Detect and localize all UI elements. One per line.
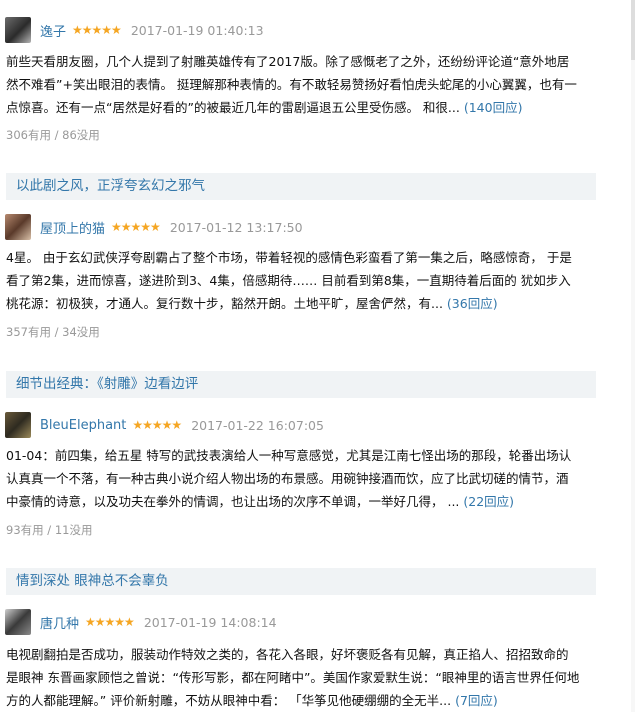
avatar[interactable] — [5, 214, 31, 240]
rating-stars: ★★★★★ — [85, 615, 135, 629]
review-text: 电视剧翻拍是否成功，服装动作特效之类的，各花入各眼，好坏褒贬各有见解，真正掐人、… — [6, 643, 606, 712]
review-line: 4星。 由于玄幻武侠浮夸剧霸占了整个市场，带着轻视的感情色彩蛮看了第一集之后，略… — [6, 250, 572, 265]
review-line-text: 桃花源：初极狭，才通人。复行数十步，豁然开朗。土地平旷，屋舍俨然，有... — [6, 296, 443, 311]
review-line: 是眼神 东晋画家顾恺之曾说：“传形写影，都在阿睹中”。美国作家爱默生说：“眼神里… — [6, 670, 580, 685]
review-line: 01-04：前四集，给五星 特写的武技表演给人一种写意感觉，尤其是江南七怪出场的… — [6, 448, 572, 463]
vote-counts[interactable]: 357有用 / 34没用 — [6, 324, 100, 340]
review-date: 2017-01-19 01:40:13 — [130, 22, 264, 38]
review-line: 电视剧翻拍是否成功，服装动作特效之类的，各花入各眼，好坏褒贬各有见解，真正掐人、… — [6, 647, 569, 662]
author-link[interactable]: 逸子 — [40, 21, 66, 40]
review-header: 逸子 ★★★★★ 2017-01-19 01:40:13 — [5, 15, 264, 45]
review-date: 2017-01-19 14:08:14 — [143, 614, 277, 630]
author-link[interactable]: 屋顶上的猫 — [40, 218, 105, 237]
review-line: 然不难看”+笑出眼泪的表情。 挺理解那种表情的。有不敢轻易赞扬好看怕虎头蛇尾的小… — [6, 77, 577, 92]
replies-link[interactable]: (7回应) — [455, 693, 498, 708]
review-line: 桃花源：初极狭，才通人。复行数十步，豁然开朗。土地平旷，屋舍俨然，有... (3… — [6, 292, 606, 315]
replies-link[interactable]: (140回应) — [464, 100, 523, 115]
section-title-link[interactable]: 以此剧之风，正浮夸玄幻之邪气 — [6, 173, 596, 200]
replies-link[interactable]: (22回应) — [463, 494, 514, 509]
section-title-link[interactable]: 细节出经典：《射雕》边看边评 — [6, 371, 596, 398]
avatar[interactable] — [5, 17, 31, 43]
review-line: 点惊喜。还有一点“居然是好看的”的被最近几年的雷剧逼退五公里受伤感。 和很...… — [6, 96, 606, 119]
review-header: 唐几种 ★★★★★ 2017-01-19 14:08:14 — [5, 607, 277, 637]
replies-link[interactable]: (36回应) — [447, 296, 498, 311]
review-text: 01-04：前四集，给五星 特写的武技表演给人一种写意感觉，尤其是江南七怪出场的… — [6, 444, 606, 513]
review-date: 2017-01-12 13:17:50 — [169, 219, 303, 235]
review-line-text: 点惊喜。还有一点“居然是好看的”的被最近几年的雷剧逼退五公里受伤感。 和很... — [6, 100, 460, 115]
review-line: 看了第2集，进而惊喜，遂进阶到3、4集，倍感期待…… 目前看到第8集，一直期待着… — [6, 273, 571, 288]
review-line-text: 中豪情的诗意，以及功夫在拳外的情调，也让出场的次序不单调，一举好几得， ... — [6, 494, 460, 509]
vote-counts[interactable]: 306有用 / 86没用 — [6, 127, 100, 143]
section-title-link[interactable]: 情到深处 眼神总不会辜负 — [6, 568, 596, 595]
rating-stars: ★★★★★ — [111, 220, 161, 234]
review-line-text: 方的人都能理解。” 评价新射雕，不妨从眼神中看： 「华筝见他硬绷绷的全无半... — [6, 693, 452, 708]
review-header: 屋顶上的猫 ★★★★★ 2017-01-12 13:17:50 — [5, 212, 303, 242]
rating-stars: ★★★★★ — [132, 418, 182, 432]
review-line: 方的人都能理解。” 评价新射雕，不妨从眼神中看： 「华筝见他硬绷绷的全无半...… — [6, 689, 606, 712]
review-line: 前些天看朋友圈，几个人提到了射雕英雄传有了2017版。除了感慨老了之外，还纷纷评… — [6, 54, 570, 69]
author-link[interactable]: 唐几种 — [40, 613, 79, 632]
avatar[interactable] — [5, 412, 31, 438]
avatar[interactable] — [5, 609, 31, 635]
scrollbar[interactable] — [631, 0, 635, 712]
rating-stars: ★★★★★ — [72, 23, 122, 37]
author-link[interactable]: BleuElephant — [40, 418, 126, 433]
vote-counts[interactable]: 93有用 / 11没用 — [6, 522, 92, 538]
review-header: BleuElephant ★★★★★ 2017-01-22 16:07:05 — [5, 410, 324, 440]
review-line: 认真真一个不落，有一种古典小说介绍人物出场的布景感。用碗钟接酒而饮，应了比武切磋… — [6, 471, 569, 486]
scrollbar-thumb[interactable] — [631, 0, 635, 60]
review-date: 2017-01-22 16:07:05 — [191, 417, 324, 433]
review-text: 前些天看朋友圈，几个人提到了射雕英雄传有了2017版。除了感慨老了之外，还纷纷评… — [6, 50, 606, 119]
review-line: 中豪情的诗意，以及功夫在拳外的情调，也让出场的次序不单调，一举好几得， ... … — [6, 490, 606, 513]
review-text: 4星。 由于玄幻武侠浮夸剧霸占了整个市场，带着轻视的感情色彩蛮看了第一集之后，略… — [6, 246, 606, 315]
